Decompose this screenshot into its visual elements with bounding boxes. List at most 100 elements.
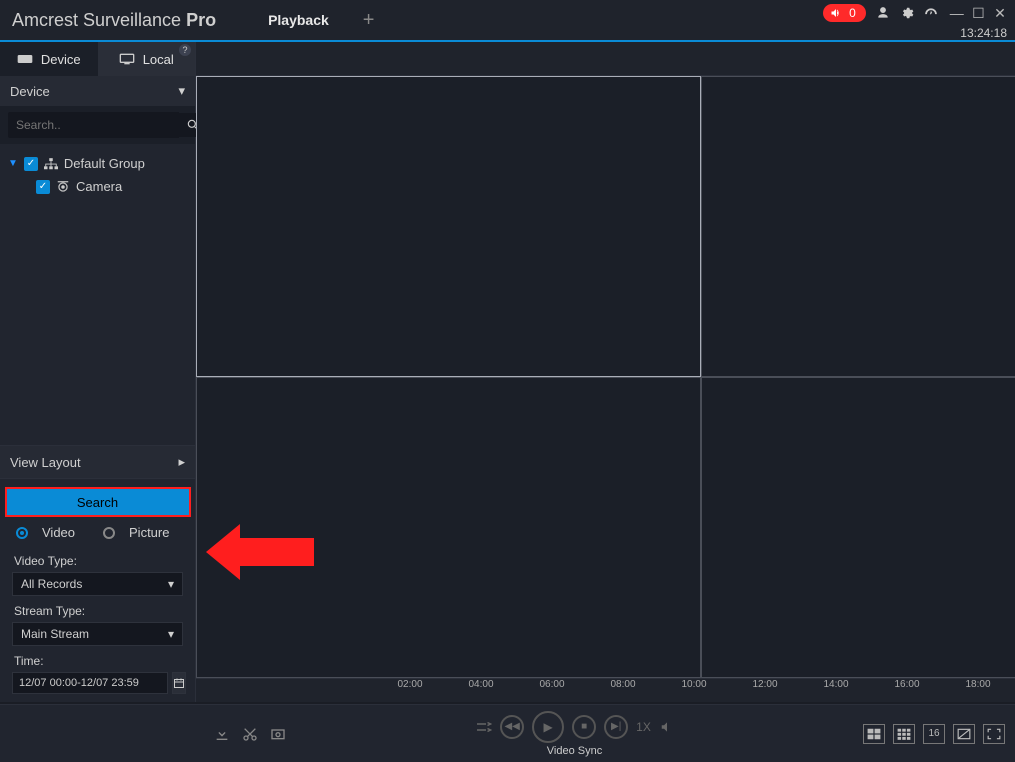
sidebar-tabs: Device Local ? (0, 42, 195, 76)
add-tab-button[interactable]: + (355, 5, 383, 36)
user-icon[interactable] (876, 6, 890, 20)
next-button[interactable]: ▶| (604, 715, 628, 739)
sidebar-tab-device[interactable]: Device (0, 42, 98, 76)
layout-controls: 16 (863, 724, 1015, 744)
brand: Amcrest Surveillance Pro (12, 10, 216, 31)
alarm-count: 0 (849, 6, 856, 20)
export-tools (196, 726, 286, 742)
search-button[interactable]: Search (5, 487, 191, 517)
sync-toggle[interactable] (474, 719, 492, 735)
sidebar: Device Local ? Device ▾ ▼ ✓ (0, 42, 196, 702)
cut-button[interactable] (242, 726, 258, 742)
mute-button[interactable] (659, 720, 675, 734)
search-row (0, 106, 195, 144)
fullscreen-button[interactable] (983, 724, 1005, 744)
caret-down-icon: ▼ (8, 158, 18, 169)
video-type-label: Video Type: (4, 548, 191, 570)
video-type-value: All Records (21, 577, 82, 591)
transport-controls: ◀◀ ▶ ■ ▶| 1X (474, 711, 675, 743)
stream-type-label: Stream Type: (4, 598, 191, 620)
device-icon (17, 53, 33, 65)
time-label: Time: (4, 648, 191, 670)
tree-camera-row[interactable]: ✓ Camera (6, 175, 189, 198)
chevron-down-icon: ▾ (168, 577, 174, 591)
bottombar: ◀◀ ▶ ■ ▶| 1X Video Sync 16 (0, 704, 1015, 762)
minimize-button[interactable]: — (948, 5, 966, 21)
tick: 06:00 (538, 679, 566, 690)
search-input[interactable] (8, 112, 179, 138)
tick: 02:00 (396, 679, 424, 690)
chevron-down-icon: ▾ (168, 627, 174, 641)
aspect-button[interactable] (953, 724, 975, 744)
titlebar: Amcrest Surveillance Pro Playback + 0 — … (0, 0, 1015, 40)
main: Device Local ? Device ▾ ▼ ✓ (0, 42, 1015, 702)
tick: 14:00 (822, 679, 850, 690)
download-button[interactable] (214, 726, 230, 742)
camera-checkbox[interactable]: ✓ (36, 180, 50, 194)
help-icon[interactable]: ? (179, 44, 191, 56)
sidebar-tab-device-label: Device (41, 52, 81, 67)
layout-3x3[interactable] (893, 724, 915, 744)
time-range-field[interactable] (12, 672, 168, 694)
local-icon (119, 53, 135, 65)
tick: 10:00 (680, 679, 708, 690)
radio-video-label: Video (42, 525, 75, 540)
clock: 13:24:18 (960, 26, 1007, 40)
tree-group-label: Default Group (64, 156, 145, 171)
timeline[interactable]: 02:00 04:00 06:00 08:00 10:00 12:00 14:0… (196, 678, 1015, 702)
tree-group-row[interactable]: ▼ ✓ Default Group (6, 152, 189, 175)
play-button[interactable]: ▶ (532, 711, 564, 743)
alarm-badge[interactable]: 0 (823, 4, 866, 22)
volume-icon (829, 7, 843, 19)
group-checkbox[interactable]: ✓ (24, 157, 38, 171)
hierarchy-icon (44, 158, 58, 170)
gauge-icon[interactable] (924, 6, 938, 20)
device-dropdown[interactable]: Device ▾ (0, 76, 195, 106)
radio-video[interactable] (16, 527, 28, 539)
tab-playback[interactable]: Playback (256, 2, 341, 38)
brand-bold: Pro (186, 10, 216, 30)
radio-picture[interactable] (103, 527, 115, 539)
close-button[interactable]: ✕ (991, 5, 1009, 22)
maximize-button[interactable]: ☐ (969, 5, 987, 22)
calendar-icon (173, 677, 185, 689)
view-layout-row[interactable]: View Layout ▸ (0, 445, 195, 479)
video-grid: ▶ (196, 76, 1015, 678)
stream-type-select[interactable]: Main Stream ▾ (12, 622, 183, 646)
stream-type-value: Main Stream (21, 627, 89, 641)
stop-button[interactable]: ■ (572, 715, 596, 739)
titlebar-right: 0 — ☐ ✕ (823, 4, 1009, 22)
time-range-input (12, 672, 183, 694)
content-area: All Records ▾ ▶ 02:00 04:00 06:00 08:00 … (196, 42, 1015, 702)
view-layout-label: View Layout (10, 455, 81, 470)
transport-center: ◀◀ ▶ ■ ▶| 1X Video Sync (286, 711, 863, 757)
tick: 08:00 (609, 679, 637, 690)
rewind-button[interactable]: ◀◀ (500, 715, 524, 739)
snapshot-button[interactable] (270, 726, 286, 742)
sidebar-tab-local[interactable]: Local ? (98, 42, 196, 76)
speed-label: 1X (636, 720, 651, 734)
video-cell-2[interactable] (701, 76, 1015, 377)
video-sync-label: Video Sync (547, 745, 602, 757)
radio-picture-label: Picture (129, 525, 169, 540)
layout-16[interactable]: 16 (923, 724, 945, 744)
device-dropdown-label: Device (10, 84, 50, 99)
video-cell-3[interactable] (196, 377, 701, 678)
layout-2x2[interactable] (863, 724, 885, 744)
tick: 16:00 (893, 679, 921, 690)
video-cell-4[interactable] (701, 377, 1015, 678)
gear-icon[interactable] (900, 6, 914, 20)
tick: 12:00 (751, 679, 779, 690)
window-controls: — ☐ ✕ (948, 5, 1009, 22)
chevron-right-icon: ▸ (178, 454, 185, 470)
search-block: Search Video Picture Video Type: All Rec… (0, 479, 195, 702)
search-button-label: Search (77, 495, 118, 510)
chevron-down-icon: ▾ (178, 83, 185, 99)
brand-text: Amcrest Surveillance (12, 10, 186, 30)
tick: 04:00 (467, 679, 495, 690)
video-type-select[interactable]: All Records ▾ (12, 572, 183, 596)
calendar-button[interactable] (172, 672, 186, 694)
media-type-radios: Video Picture (4, 517, 191, 548)
video-cell-1[interactable] (196, 76, 701, 377)
tree-camera-label: Camera (76, 179, 122, 194)
